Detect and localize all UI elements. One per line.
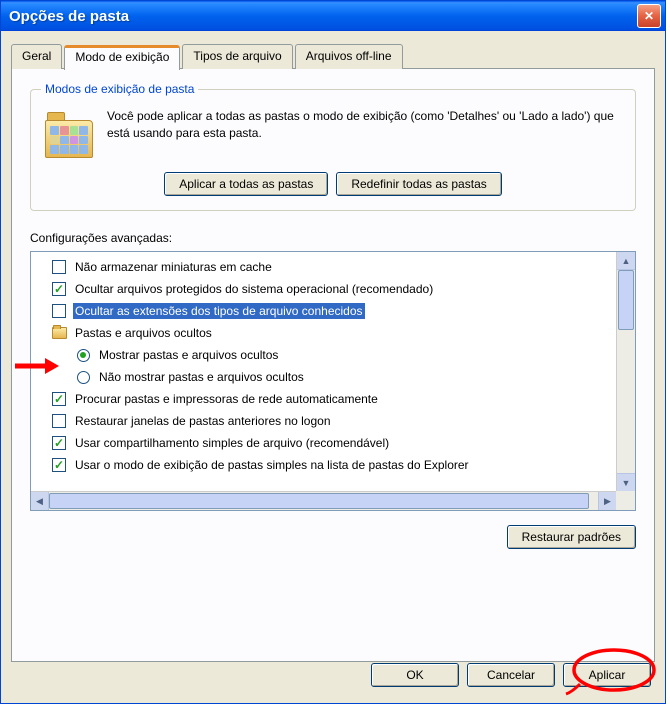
horizontal-scrollbar[interactable]: ◀ ▶ (31, 491, 616, 510)
scroll-left-icon[interactable]: ◀ (31, 492, 49, 510)
tree-item-label: Usar o modo de exibição de pastas simple… (73, 457, 471, 473)
tree-item[interactable]: Pastas e arquivos ocultos (33, 322, 614, 344)
tree-item[interactable]: Não armazenar miniaturas em cache (33, 256, 614, 278)
folder-views-icon (45, 108, 95, 158)
close-button[interactable]: ✕ (637, 4, 661, 28)
dialog-buttons: OK Cancelar Aplicar (371, 663, 651, 687)
folder-options-dialog: Opções de pasta ✕ Geral Modo de exibição… (0, 0, 666, 704)
reset-all-folders-button[interactable]: Redefinir todas as pastas (336, 172, 501, 196)
checkbox-icon[interactable] (51, 435, 67, 451)
tree-item[interactable]: Ocultar arquivos protegidos do sistema o… (33, 278, 614, 300)
tree-item[interactable]: Não mostrar pastas e arquivos ocultos (33, 366, 614, 388)
checkbox-icon[interactable] (51, 391, 67, 407)
button-label: Cancelar (487, 668, 535, 682)
scroll-right-icon[interactable]: ▶ (598, 492, 616, 510)
tab-view[interactable]: Modo de exibição (64, 45, 180, 70)
cancel-button[interactable]: Cancelar (467, 663, 555, 687)
tree-item-label: Usar compartilhamento simples de arquivo… (73, 435, 391, 451)
tree-item-label: Não mostrar pastas e arquivos ocultos (97, 369, 306, 385)
groupbox-description: Você pode aplicar a todas as pastas o mo… (107, 108, 621, 158)
tree-item-label: Pastas e arquivos ocultos (73, 325, 214, 341)
tab-label: Arquivos off-line (306, 49, 392, 63)
tree-viewport: Não armazenar miniaturas em cache Ocultar… (31, 252, 616, 491)
tab-label: Modo de exibição (75, 50, 169, 64)
tree-item-label: Procurar pastas e impressoras de rede au… (73, 391, 380, 407)
button-label: OK (406, 668, 423, 682)
advanced-settings-label: Configurações avançadas: (30, 231, 636, 245)
tree-item-label: Não armazenar miniaturas em cache (73, 259, 274, 275)
close-icon: ✕ (644, 9, 654, 23)
button-label: Aplicar (589, 668, 626, 682)
tab-panel-view: Modos de exibição de pasta Você pode apl… (11, 68, 655, 662)
groupbox-title: Modos de exibição de pasta (41, 82, 198, 96)
tree-item[interactable]: Restaurar janelas de pastas anteriores n… (33, 410, 614, 432)
checkbox-icon[interactable] (51, 303, 67, 319)
tab-general[interactable]: Geral (11, 44, 62, 69)
scrollbar-thumb[interactable] (49, 493, 589, 509)
checkbox-icon[interactable] (51, 413, 67, 429)
folder-views-group: Modos de exibição de pasta Você pode apl… (30, 89, 636, 211)
tree-item-label: Ocultar as extensões dos tipos de arquiv… (73, 303, 365, 319)
restore-defaults-button[interactable]: Restaurar padrões (507, 525, 636, 549)
scrollbar-thumb[interactable] (618, 270, 634, 330)
tree-item-label: Restaurar janelas de pastas anteriores n… (73, 413, 333, 429)
apply-button[interactable]: Aplicar (563, 663, 651, 687)
scroll-up-icon[interactable]: ▲ (617, 252, 635, 270)
button-label: Restaurar padrões (522, 530, 621, 544)
tree-item[interactable]: Usar o modo de exibição de pastas simple… (33, 454, 614, 476)
tab-filetypes[interactable]: Tipos de arquivo (182, 44, 292, 69)
tree-item[interactable]: Ocultar as extensões dos tipos de arquiv… (33, 300, 614, 322)
radio-icon[interactable] (75, 369, 91, 385)
arrow-annotation (13, 355, 59, 380)
tree-item[interactable]: Mostrar pastas e arquivos ocultos (33, 344, 614, 366)
ok-button[interactable]: OK (371, 663, 459, 687)
content-area: Geral Modo de exibição Tipos de arquivo … (1, 31, 665, 703)
checkbox-icon[interactable] (51, 457, 67, 473)
checkbox-icon[interactable] (51, 259, 67, 275)
scrollbar-corner (616, 491, 635, 510)
tab-label: Tipos de arquivo (193, 49, 281, 63)
button-label: Aplicar a todas as pastas (179, 177, 313, 191)
radio-icon[interactable] (75, 347, 91, 363)
button-label: Redefinir todas as pastas (351, 177, 486, 191)
tree-item[interactable]: Procurar pastas e impressoras de rede au… (33, 388, 614, 410)
checkbox-icon[interactable] (51, 281, 67, 297)
tree-item-label: Mostrar pastas e arquivos ocultos (97, 347, 280, 363)
tab-strip: Geral Modo de exibição Tipos de arquivo … (11, 43, 655, 68)
tab-offline[interactable]: Arquivos off-line (295, 44, 403, 69)
apply-all-folders-button[interactable]: Aplicar a todas as pastas (164, 172, 328, 196)
tree-item-label: Ocultar arquivos protegidos do sistema o… (73, 281, 435, 297)
window-title: Opções de pasta (9, 8, 637, 25)
tree-item[interactable]: Usar compartilhamento simples de arquivo… (33, 432, 614, 454)
scroll-down-icon[interactable]: ▼ (617, 473, 635, 491)
titlebar[interactable]: Opções de pasta ✕ (1, 1, 665, 31)
tab-label: Geral (22, 49, 51, 63)
folder-icon (51, 325, 67, 341)
vertical-scrollbar[interactable]: ▲ ▼ (616, 252, 635, 491)
advanced-settings-tree[interactable]: Não armazenar miniaturas em cache Ocultar… (30, 251, 636, 511)
